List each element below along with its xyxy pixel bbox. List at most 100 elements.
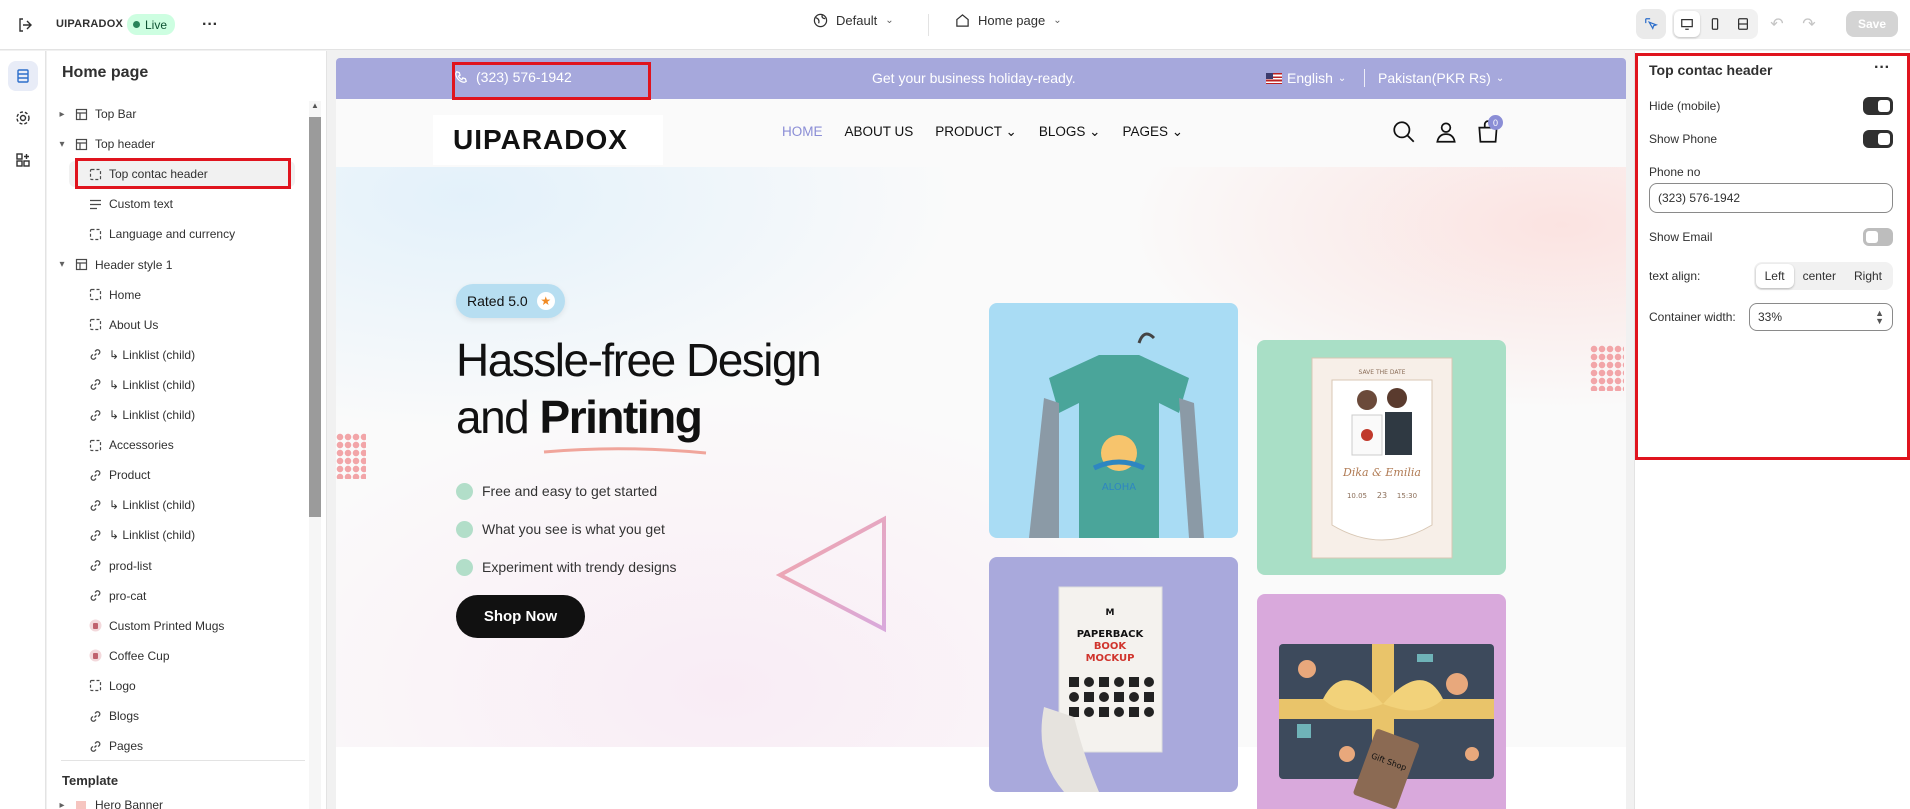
wedding-card-image[interactable]: Dika & Emilia SAVE THE DATE 10.05 23 15:…	[1257, 340, 1506, 575]
tree-item-label: Custom text	[109, 197, 174, 212]
show-phone-setting: Show Phone	[1649, 130, 1893, 148]
tree-item[interactable]: ▾ Top header	[55, 131, 295, 157]
tree-item[interactable]: Custom text	[69, 191, 295, 217]
align-right-option[interactable]: Right	[1845, 264, 1891, 288]
tree-item[interactable]: Logo	[69, 673, 295, 699]
chevron-right-icon[interactable]: ▸	[55, 800, 69, 809]
us-flag-icon	[1266, 72, 1282, 84]
currency-selector[interactable]: Pakistan(PKR Rs) ⌄	[1378, 70, 1504, 86]
gift-wrap-image[interactable]: Gift Shop	[1257, 594, 1506, 809]
language-selector[interactable]: English ⌄	[1266, 70, 1346, 86]
more-actions-icon[interactable]: ···	[198, 13, 222, 37]
tree-item[interactable]: Coffee Cup	[69, 643, 295, 669]
desktop-icon[interactable]	[1673, 11, 1700, 37]
rating-badge: Rated 5.0 ★	[456, 284, 565, 318]
tree-item[interactable]: Pages	[69, 733, 295, 759]
chevron-down-icon: ⌄	[1495, 72, 1505, 84]
tree-item-label: Hero Banner	[95, 798, 164, 809]
panel-more-icon[interactable]: ···	[1874, 59, 1890, 77]
tree-item[interactable]: prod-list	[69, 553, 295, 579]
language-label: English	[1287, 70, 1333, 86]
full-width-icon[interactable]	[1730, 11, 1756, 37]
tree-item[interactable]: Top contac header	[69, 161, 295, 188]
container-width-setting: Container width: 33% ▲ ▼	[1649, 303, 1893, 331]
tree-item-label: Pages	[109, 739, 144, 754]
scroll-up-icon[interactable]: ▲	[311, 101, 319, 110]
tree-item[interactable]: ↳ Linklist (child)	[69, 372, 295, 398]
phone-no-input[interactable]	[1649, 183, 1893, 213]
tree-item[interactable]: Product	[69, 462, 295, 488]
tree-item[interactable]: ↳ Linklist (child)	[69, 342, 295, 368]
redo-icon[interactable]: ↷	[1796, 11, 1822, 37]
hide-mobile-toggle[interactable]	[1863, 97, 1893, 115]
link-icon	[87, 527, 103, 543]
tree-item[interactable]: Accessories	[69, 432, 295, 458]
nav-blogs[interactable]: BLOGS	[1039, 124, 1101, 140]
align-left-option[interactable]: Left	[1755, 264, 1794, 288]
tree-item[interactable]: ↳ Linklist (child)	[69, 492, 295, 518]
sections-icon[interactable]	[8, 61, 38, 91]
announcement-bar: (323) 576-1942 Get your business holiday…	[336, 58, 1626, 99]
site-logo[interactable]: UIPARADOX	[433, 115, 663, 165]
container-width-input[interactable]: 33% ▲ ▼	[1749, 303, 1893, 331]
tree-item[interactable]: Language and currency	[69, 221, 295, 247]
search-icon[interactable]	[1391, 119, 1417, 145]
link-icon	[87, 407, 103, 423]
mobile-icon[interactable]	[1702, 11, 1728, 37]
tree-item-label: ↳ Linklist (child)	[109, 377, 196, 392]
main-nav: HOME ABOUT US PRODUCT BLOGS PAGES	[782, 124, 1183, 140]
bullet-dot-icon	[456, 482, 473, 500]
chevron-right-icon[interactable]: ▸	[55, 109, 69, 120]
tree-item[interactable]: Blogs	[69, 703, 295, 729]
nav-product[interactable]: PRODUCT	[935, 124, 1017, 140]
paperback-book-image[interactable]: M PAPERBACK BOOK MOCKUP	[989, 557, 1238, 792]
account-icon[interactable]	[1433, 119, 1459, 145]
chevron-down-icon[interactable]: ▾	[55, 259, 69, 270]
bullet-text: Experiment with trendy designs	[482, 559, 677, 575]
topbar-divider	[928, 14, 929, 36]
tree-item[interactable]: About Us	[69, 312, 295, 338]
chevron-down-icon[interactable]: ▾	[55, 139, 69, 150]
book-title-1: PAPERBACK	[1077, 629, 1145, 640]
align-center-option[interactable]: center	[1794, 264, 1845, 288]
tree-item[interactable]: ▾ Header style 1	[55, 252, 295, 278]
tree-item-hero-banner[interactable]: ▸ Hero Banner	[55, 792, 163, 809]
tree-item-label: Top header	[95, 137, 156, 152]
stepper-icon[interactable]: ▲ ▼	[1875, 309, 1884, 326]
gear-icon[interactable]	[8, 103, 38, 133]
show-email-toggle[interactable]	[1863, 228, 1893, 246]
top-contact-header[interactable]: (323) 576-1942	[454, 69, 572, 85]
tshirt-product-image[interactable]: ALOHA	[989, 303, 1238, 538]
show-phone-toggle[interactable]	[1863, 130, 1893, 148]
tree-item-label: ↳ Linklist (child)	[109, 498, 196, 513]
shop-now-button[interactable]: Shop Now	[456, 595, 585, 638]
bullet-dot-icon	[456, 520, 473, 538]
page-selector[interactable]: Home page ⌄	[955, 13, 1062, 28]
nav-home[interactable]: HOME	[782, 124, 823, 140]
tree-item[interactable]: Custom Printed Mugs	[69, 613, 295, 639]
exit-icon[interactable]	[12, 12, 38, 38]
nav-pages[interactable]: PAGES	[1122, 124, 1183, 140]
decor-dots	[336, 433, 366, 479]
topbar-actions: ↶ ↷ Save	[1635, 9, 1898, 39]
sidebar-scrollbar-thumb[interactable]	[309, 117, 321, 517]
product-thumb-icon	[87, 618, 103, 634]
container-width-label: Container width:	[1649, 310, 1736, 324]
inspector-select-icon[interactable]	[1635, 9, 1666, 39]
tree-item[interactable]: pro-cat	[69, 583, 295, 609]
bullet-dot-icon	[456, 558, 473, 576]
settings-panel: Top contac header ··· Hide (mobile) Show…	[1634, 51, 1910, 809]
tree-item[interactable]: ▸ Top Bar	[55, 101, 295, 127]
nav-about-us[interactable]: ABOUT US	[845, 124, 914, 140]
save-button[interactable]: Save	[1845, 11, 1898, 37]
tree-item[interactable]: ↳ Linklist (child)	[69, 522, 295, 548]
show-email-label: Show Email	[1649, 230, 1713, 244]
tree-item-label: Accessories	[109, 438, 174, 453]
apps-icon[interactable]	[8, 145, 38, 175]
undo-icon[interactable]: ↶	[1764, 11, 1790, 37]
tree-item-label: Logo	[109, 678, 136, 693]
tree-item[interactable]: ↳ Linklist (child)	[69, 402, 295, 428]
tree-item[interactable]: Home	[69, 282, 295, 308]
hero-bullets: Free and easy to get started What you se…	[456, 472, 677, 586]
theme-selector[interactable]: Default ⌄	[813, 13, 894, 28]
